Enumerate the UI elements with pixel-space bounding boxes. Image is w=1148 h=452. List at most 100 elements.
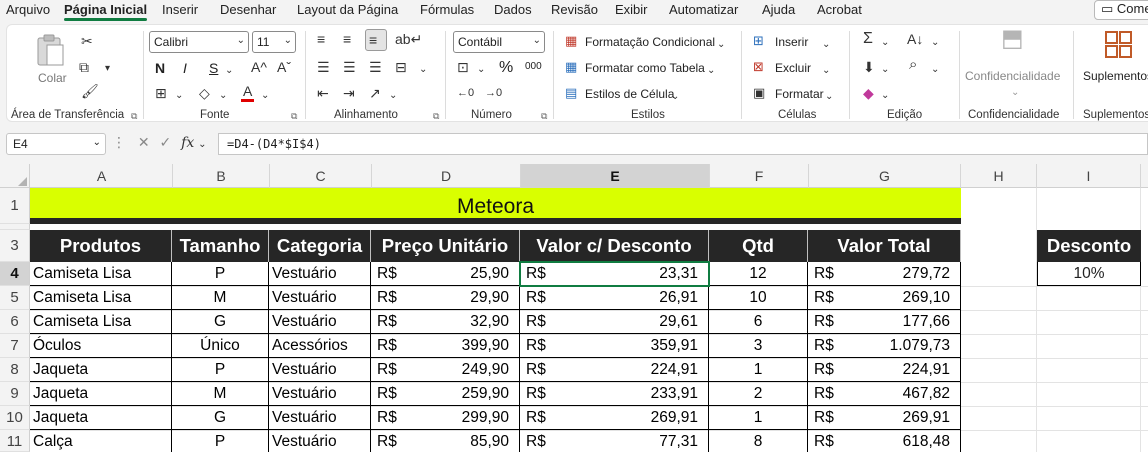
chevron-down-icon[interactable]: ⌄: [389, 88, 397, 104]
cell-produto[interactable]: Jaqueta: [30, 382, 172, 406]
header-valor-total[interactable]: Valor Total: [808, 230, 961, 262]
column-header-f[interactable]: F: [710, 164, 809, 188]
header-qtd[interactable]: Qtd: [709, 230, 808, 262]
cell-preco-unitario[interactable]: R$ 25,90: [371, 262, 520, 286]
tab-dados[interactable]: Dados: [494, 2, 532, 17]
cell-produto[interactable]: Jaqueta: [30, 358, 172, 382]
chevron-down-icon[interactable]: ⌄: [931, 62, 939, 78]
tab-ajuda[interactable]: Ajuda: [762, 2, 795, 17]
cell-qtd[interactable]: 12: [709, 262, 808, 286]
align-right-icon[interactable]: ☰: [369, 59, 382, 75]
cell-valor-total[interactable]: R$ 269,91: [808, 406, 961, 430]
header-tamanho[interactable]: Tamanho: [172, 230, 269, 262]
tab-automatizar[interactable]: Automatizar: [669, 2, 738, 17]
thousands-button[interactable]: 000: [525, 61, 542, 72]
clipboard-launcher-icon[interactable]: ⧉: [131, 111, 137, 122]
tab-acrobat[interactable]: Acrobat: [817, 2, 862, 17]
fill-icon[interactable]: ⬇: [863, 59, 875, 75]
insert-function-icon[interactable]: fx: [181, 135, 194, 151]
row-header-8[interactable]: 8: [0, 358, 30, 382]
tab-pagina-inicial[interactable]: Página Inicial: [64, 2, 148, 21]
chevron-down-icon[interactable]: ⌄: [881, 62, 889, 78]
row-header-1[interactable]: 1: [0, 188, 30, 224]
format-cells-button[interactable]: Formatar: [775, 87, 824, 101]
chevron-down-icon[interactable]: ⌄: [219, 88, 227, 104]
cell-valor-total[interactable]: R$ 269,10: [808, 286, 961, 310]
format-painter-icon[interactable]: 🖌: [81, 83, 99, 99]
cell-categoria[interactable]: Vestuário: [269, 430, 371, 452]
conditional-formatting-button[interactable]: Formatação Condicional: [585, 35, 715, 49]
row-header-10[interactable]: 10: [0, 406, 30, 430]
wrap-text-icon[interactable]: ab↵: [395, 31, 422, 47]
more-options-icon[interactable]: ⋮: [112, 134, 126, 150]
chevron-down-icon[interactable]: ⌄: [825, 89, 833, 105]
tab-revisao[interactable]: Revisão: [551, 2, 598, 17]
copy-icon[interactable]: ⧉: [79, 59, 89, 75]
delete-cells-button[interactable]: Excluir: [775, 61, 811, 75]
cell-tamanho[interactable]: M: [172, 382, 269, 406]
merge-center-icon[interactable]: ⊟: [395, 59, 407, 75]
chevron-down-icon[interactable]: ⌄: [881, 35, 889, 51]
cell-valor-desconto[interactable]: R$ 359,91: [520, 334, 709, 358]
tab-inserir[interactable]: Inserir: [162, 2, 198, 17]
sort-filter-icon[interactable]: A↓: [907, 31, 923, 47]
cell-qtd[interactable]: 1: [709, 406, 808, 430]
cell-grid[interactable]: Meteora Produtos Tamanho Categoria Preço…: [30, 188, 1148, 452]
cell-qtd[interactable]: 6: [709, 310, 808, 334]
autosum-icon[interactable]: Σ: [863, 31, 873, 47]
tab-arquivo[interactable]: Arquivo: [6, 2, 50, 17]
column-header-c[interactable]: C: [270, 164, 372, 188]
bold-button[interactable]: N: [155, 60, 165, 76]
chevron-down-icon[interactable]: ⌄: [707, 63, 715, 79]
cell-produto[interactable]: Jaqueta: [30, 406, 172, 430]
cell-produto[interactable]: Óculos: [30, 334, 172, 358]
confirm-icon[interactable]: ✓: [160, 134, 172, 150]
cell-categoria[interactable]: Vestuário: [269, 262, 371, 286]
chevron-down-icon[interactable]: ⌄: [477, 62, 485, 78]
cell-produto[interactable]: Camiseta Lisa: [30, 310, 172, 334]
cell-valor-desconto[interactable]: R$ 77,31: [520, 430, 709, 452]
orientation-icon[interactable]: ↗: [369, 85, 381, 101]
cell-qtd[interactable]: 1: [709, 358, 808, 382]
chevron-down-icon[interactable]: ⌄: [881, 88, 889, 104]
row-header-7[interactable]: 7: [0, 334, 30, 358]
comments-button[interactable]: ▭ Come: [1094, 0, 1148, 20]
cell-categoria[interactable]: Vestuário: [269, 310, 371, 334]
tab-exibir[interactable]: Exibir: [615, 2, 648, 17]
cell-valor-total[interactable]: R$ 1.079,73: [808, 334, 961, 358]
column-header-d[interactable]: D: [372, 164, 521, 188]
column-header-h[interactable]: H: [961, 164, 1037, 188]
increase-decimal-icon[interactable]: ←0: [457, 85, 474, 101]
cell-categoria[interactable]: Acessórios: [269, 334, 371, 358]
increase-font-icon[interactable]: A^: [251, 59, 267, 75]
font-name-select[interactable]: Calibri ⌄: [149, 31, 249, 53]
align-middle-icon[interactable]: ≡: [343, 31, 351, 47]
fill-color-icon[interactable]: ◇: [199, 85, 210, 101]
alignment-launcher-icon[interactable]: ⧉: [433, 111, 439, 122]
cell-qtd[interactable]: 10: [709, 286, 808, 310]
cell-tamanho[interactable]: Único: [172, 334, 269, 358]
cell-valor-total[interactable]: R$ 618,48: [808, 430, 961, 452]
tab-layout-da-pagina[interactable]: Layout da Página: [297, 2, 398, 17]
decrease-indent-icon[interactable]: ⇤: [317, 85, 329, 101]
align-center-icon[interactable]: ☰: [343, 59, 356, 75]
row-header-9[interactable]: 9: [0, 382, 30, 406]
cell-categoria[interactable]: Vestuário: [269, 358, 371, 382]
search-icon[interactable]: ⌕: [909, 57, 917, 73]
cell-valor-desconto[interactable]: R$ 26,91: [520, 286, 709, 310]
discount-value[interactable]: 10%: [1037, 262, 1141, 286]
cell-tamanho[interactable]: M: [172, 286, 269, 310]
insert-cells-button[interactable]: Inserir: [775, 35, 808, 49]
row-header-4[interactable]: 4: [0, 262, 30, 286]
cell-preco-unitario[interactable]: R$ 299,90: [371, 406, 520, 430]
decrease-font-icon[interactable]: Aˇ: [277, 59, 291, 75]
chevron-down-icon[interactable]: ⌄: [225, 63, 233, 79]
eraser-icon[interactable]: ◆: [863, 85, 874, 101]
paste-button[interactable]: Colar: [29, 31, 69, 91]
discount-header[interactable]: Desconto: [1037, 230, 1141, 262]
align-bottom-button[interactable]: ≡: [365, 29, 387, 51]
cell-preco-unitario[interactable]: R$ 85,90: [371, 430, 520, 452]
cell-preco-unitario[interactable]: R$ 32,90: [371, 310, 520, 334]
chevron-down-icon[interactable]: ▾: [105, 61, 110, 77]
chevron-down-icon[interactable]: ⌄: [1011, 85, 1019, 101]
